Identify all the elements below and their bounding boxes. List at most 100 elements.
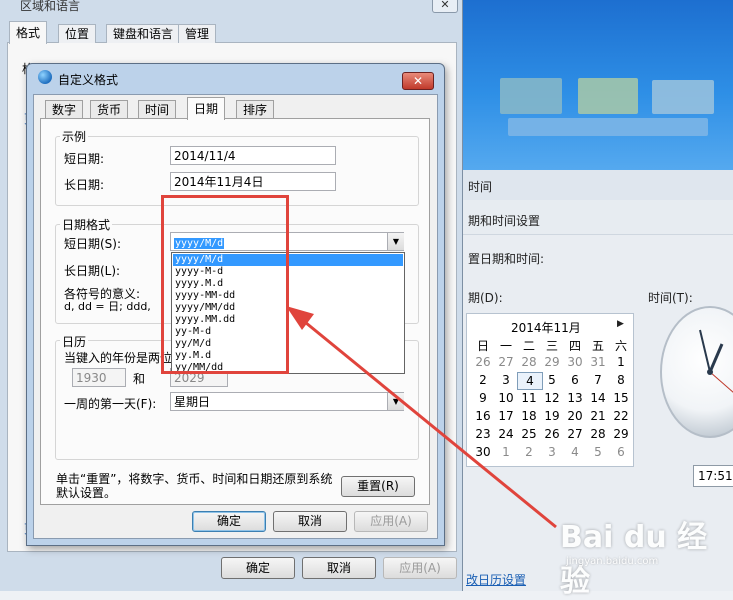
and-label: 和 bbox=[133, 372, 146, 386]
globe-icon bbox=[38, 70, 52, 84]
calendar-day[interactable]: 27 bbox=[494, 354, 518, 370]
calendar-day[interactable]: 7 bbox=[586, 372, 610, 388]
short-date-example-label: 短日期: bbox=[64, 152, 105, 166]
highlight-box bbox=[161, 195, 289, 374]
reset-button[interactable]: 重置(R) bbox=[341, 476, 415, 497]
calendar-day[interactable]: 15 bbox=[609, 390, 633, 406]
calendar-day[interactable]: 28 bbox=[586, 426, 610, 442]
calendar-day[interactable]: 1 bbox=[609, 354, 633, 370]
clock-hands-icon bbox=[699, 329, 733, 393]
calendar-day[interactable]: 20 bbox=[563, 408, 587, 424]
calendar-day[interactable]: 29 bbox=[609, 426, 633, 442]
calendar-day[interactable]: 24 bbox=[494, 426, 518, 442]
two-digit-year-label: 当键入的年份是两位 bbox=[64, 351, 173, 365]
tab-numbers[interactable]: 数字 bbox=[45, 100, 84, 119]
tab-time-label[interactable]: 时间 bbox=[468, 178, 492, 195]
tab-format[interactable]: 格式 bbox=[9, 21, 48, 44]
calendar-weekday: 日 bbox=[476, 339, 489, 353]
long-date-example-field: 2014年11月4日 bbox=[170, 172, 336, 191]
tab-location[interactable]: 位置 bbox=[58, 24, 97, 43]
datetime-settings-heading: 期和时间设置 bbox=[468, 214, 541, 228]
month-calendar[interactable]: 2014年11月 ▶ 日一二三四五六 26 27 28 29 30 31 1 2 3 4 5 6 7 8 9 1… bbox=[466, 313, 634, 467]
outer-cancel-button[interactable]: 取消 bbox=[302, 557, 376, 579]
calendar-day[interactable]: 30 bbox=[563, 354, 587, 370]
close-icon[interactable]: ✕ bbox=[432, 0, 458, 13]
calendar-next-icon[interactable]: ▶ bbox=[617, 319, 624, 329]
calendar-day[interactable]: 4 bbox=[563, 444, 587, 460]
ok-button[interactable]: 确定 bbox=[192, 511, 266, 532]
tab-time[interactable]: 时间 bbox=[138, 100, 177, 119]
calendar-day[interactable]: 31 bbox=[586, 354, 610, 370]
blurred-banner bbox=[462, 0, 733, 170]
tab-keyboard-language[interactable]: 键盘和语言 bbox=[106, 24, 181, 43]
analog-clock bbox=[660, 306, 733, 438]
change-calendar-link[interactable]: 改日历设置 bbox=[466, 571, 526, 588]
calendar-day[interactable]: 5 bbox=[540, 372, 564, 388]
date-label: 期(D): bbox=[468, 291, 503, 305]
short-date-format-label: 短日期(S): bbox=[64, 237, 122, 251]
symbols-meaning-text: d, dd = 日; ddd, bbox=[64, 300, 151, 313]
calendar-day[interactable]: 27 bbox=[563, 426, 587, 442]
example-group-label: 示例 bbox=[60, 128, 89, 145]
blurred-block bbox=[652, 80, 714, 114]
blurred-block bbox=[500, 78, 562, 114]
calendar-day[interactable]: 30 bbox=[471, 444, 495, 460]
set-datetime-label: 置日期和时间: bbox=[468, 252, 545, 266]
calendar-day[interactable]: 5 bbox=[586, 444, 610, 460]
calendar-day[interactable]: 22 bbox=[609, 408, 633, 424]
calendar-day[interactable]: 6 bbox=[609, 444, 633, 460]
calendar-day[interactable]: 6 bbox=[563, 372, 587, 388]
calendar-day[interactable]: 2 bbox=[517, 444, 541, 460]
calendar-day[interactable]: 19 bbox=[540, 408, 564, 424]
calendar-day[interactable]: 13 bbox=[563, 390, 587, 406]
dialog-close-icon[interactable]: ✕ bbox=[402, 72, 434, 90]
calendar-day[interactable]: 26 bbox=[471, 354, 495, 370]
calendar-day[interactable]: 9 bbox=[471, 390, 495, 406]
reset-note: 单击“重置”，将数字、货币、时间和日期还原到系统默认设置。 bbox=[56, 472, 333, 500]
calendar-day[interactable]: 26 bbox=[540, 426, 564, 442]
calendar-day[interactable]: 21 bbox=[586, 408, 610, 424]
cancel-button[interactable]: 取消 bbox=[273, 511, 347, 532]
tab-admin[interactable]: 管理 bbox=[178, 24, 217, 43]
blurred-block bbox=[508, 118, 708, 136]
calendar-day[interactable]: 18 bbox=[517, 408, 541, 424]
calendar-day[interactable]: 11 bbox=[517, 390, 541, 406]
tab-sort[interactable]: 排序 bbox=[236, 100, 275, 119]
calendar-weekday: 四 bbox=[568, 339, 581, 353]
outer-ok-button[interactable]: 确定 bbox=[221, 557, 295, 579]
calendar-day[interactable]: 17 bbox=[494, 408, 518, 424]
calendar-weekday: 五 bbox=[591, 339, 604, 353]
calendar-weekday: 一 bbox=[499, 339, 512, 353]
calendar-day[interactable]: 28 bbox=[517, 354, 541, 370]
calendar-day[interactable]: 12 bbox=[540, 390, 564, 406]
calendar-day[interactable]: 25 bbox=[517, 426, 541, 442]
first-day-combo[interactable]: 星期日 bbox=[170, 392, 404, 411]
tab-currency[interactable]: 货币 bbox=[90, 100, 129, 119]
outer-apply-button[interactable]: 应用(A) bbox=[383, 557, 457, 579]
calendar-day[interactable]: 1 bbox=[494, 444, 518, 460]
calendar-group-label: 日历 bbox=[60, 333, 89, 350]
chevron-down-icon[interactable]: ▼ bbox=[387, 393, 404, 410]
date-formats-group-label: 日期格式 bbox=[60, 216, 113, 233]
calendar-day[interactable]: 10 bbox=[494, 390, 518, 406]
calendar-month-title[interactable]: 2014年11月 bbox=[511, 319, 581, 336]
tab-date[interactable]: 日期 bbox=[187, 97, 226, 120]
calendar-day[interactable]: 16 bbox=[471, 408, 495, 424]
long-date-format-label: 长日期(L): bbox=[64, 264, 121, 278]
calendar-day[interactable]: 3 bbox=[540, 444, 564, 460]
time-field[interactable]: 17:51: bbox=[693, 465, 733, 487]
apply-button[interactable]: 应用(A) bbox=[354, 511, 428, 532]
calendar-weekday: 二 bbox=[522, 339, 535, 353]
watermark-sub: jingyan.baidu.com bbox=[566, 556, 659, 567]
calendar-day[interactable]: 3 bbox=[494, 372, 518, 388]
calendar-day[interactable]: 2 bbox=[471, 372, 495, 388]
calendar-day[interactable]: 29 bbox=[540, 354, 564, 370]
calendar-day[interactable]: 8 bbox=[609, 372, 633, 388]
dialog-title: 自定义格式 bbox=[58, 73, 119, 87]
chevron-down-icon[interactable]: ▼ bbox=[387, 233, 404, 250]
year-from-field: 1930 bbox=[72, 368, 126, 387]
calendar-day[interactable]: 23 bbox=[471, 426, 495, 442]
calendar-day[interactable]: 14 bbox=[586, 390, 610, 406]
calendar-weekday: 六 bbox=[614, 339, 627, 353]
short-date-example-field: 2014/11/4 bbox=[170, 146, 336, 165]
